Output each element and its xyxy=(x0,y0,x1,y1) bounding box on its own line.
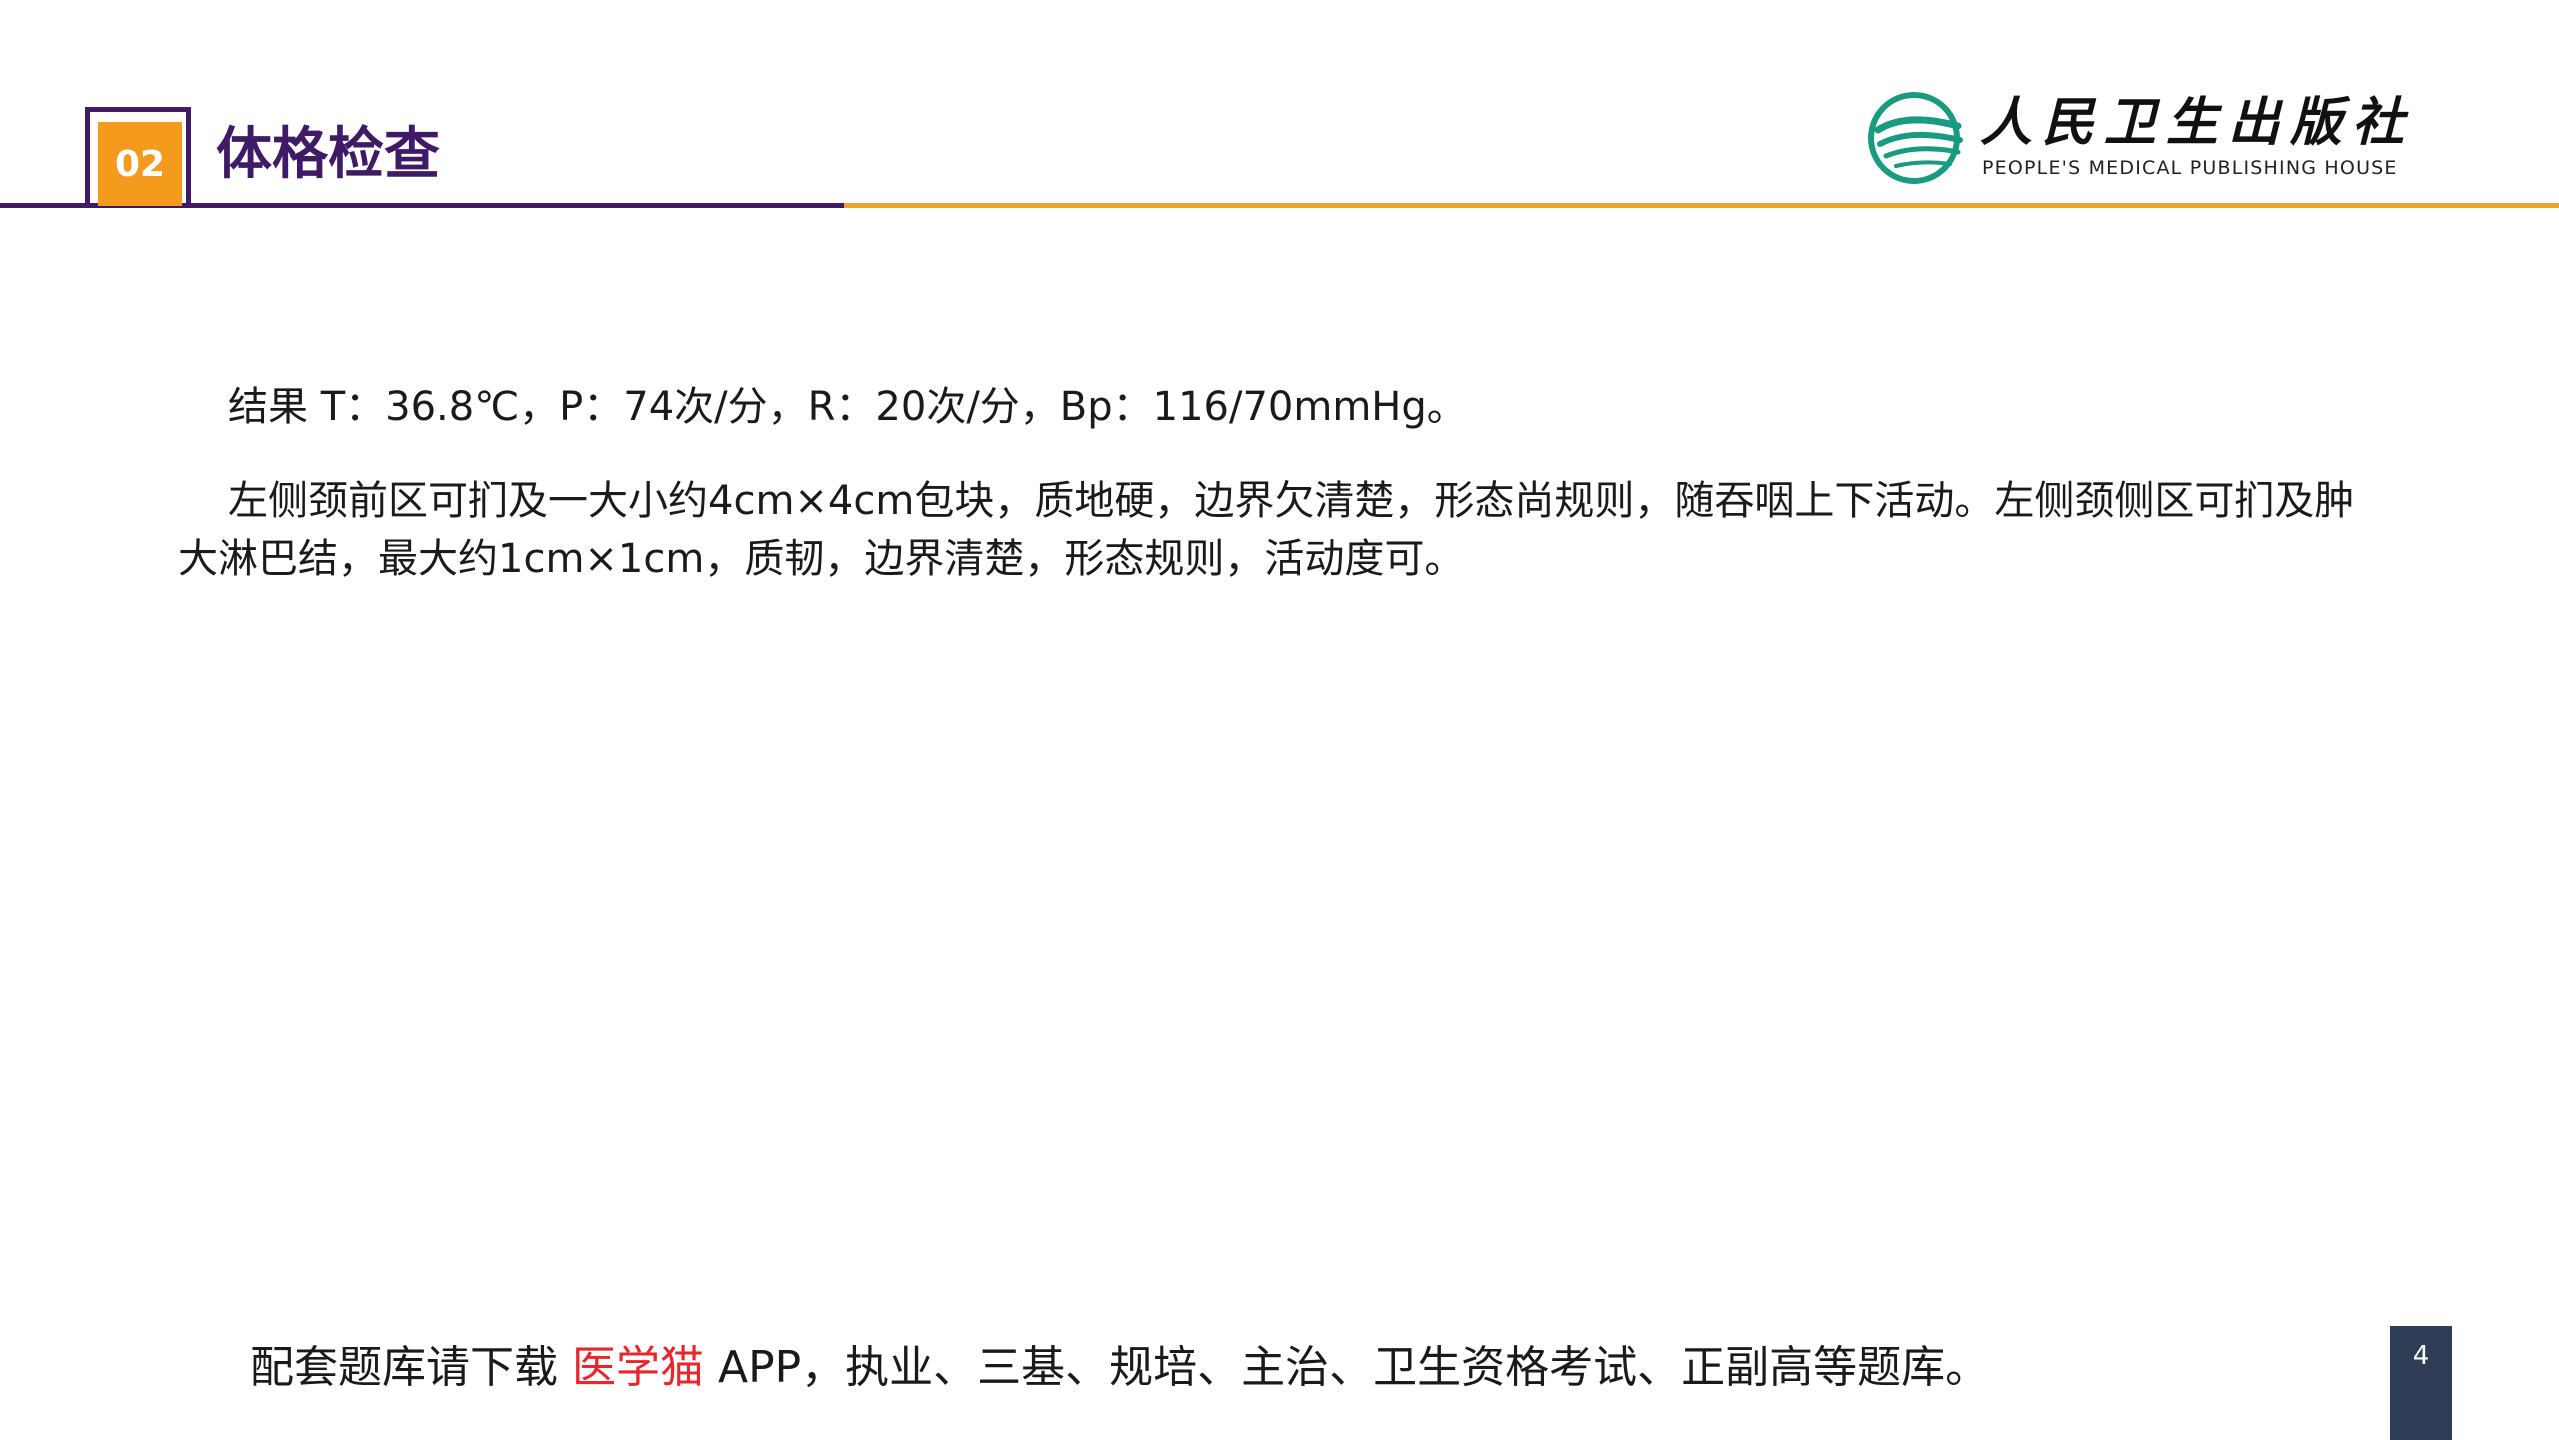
neck-findings-paragraph: 左侧颈前区可扪及一大小约4cm×4cm包块，质地硬，边界欠清楚，形态尚规则，随吞… xyxy=(178,478,2355,582)
publisher-name-cn: 人民卫生出版社 xyxy=(1980,92,2415,153)
section-title: 体格检查 xyxy=(216,122,440,187)
app-name-link[interactable]: 医学猫 xyxy=(572,1342,704,1393)
footer-suffix: APP，执业、三基、规培、主治、卫生资格考试、正副高等题库。 xyxy=(704,1342,1990,1393)
section-number-badge: 02 xyxy=(98,122,182,206)
footer-promo: 配套题库请下载 医学猫 APP，执业、三基、规培、主治、卫生资格考试、正副高等题… xyxy=(250,1336,1989,1400)
exam-findings: 结果 T：36.8℃，P：74次/分，R：20次/分，Bp：116/70mmHg… xyxy=(178,378,2368,624)
page-number: 4 xyxy=(2390,1326,2452,1440)
publisher-name-en: PEOPLE'S MEDICAL PUBLISHING HOUSE xyxy=(1982,157,2398,179)
publisher-logo: 人民卫生出版社 PEOPLE'S MEDICAL PUBLISHING HOUS… xyxy=(1866,90,2426,186)
vital-signs-paragraph: 结果 T：36.8℃，P：74次/分，R：20次/分，Bp：116/70mmHg… xyxy=(228,384,1467,430)
pmph-emblem-icon xyxy=(1868,92,1963,184)
header-divider-orange xyxy=(844,203,2559,208)
footer-prefix: 配套题库请下载 xyxy=(250,1342,572,1393)
